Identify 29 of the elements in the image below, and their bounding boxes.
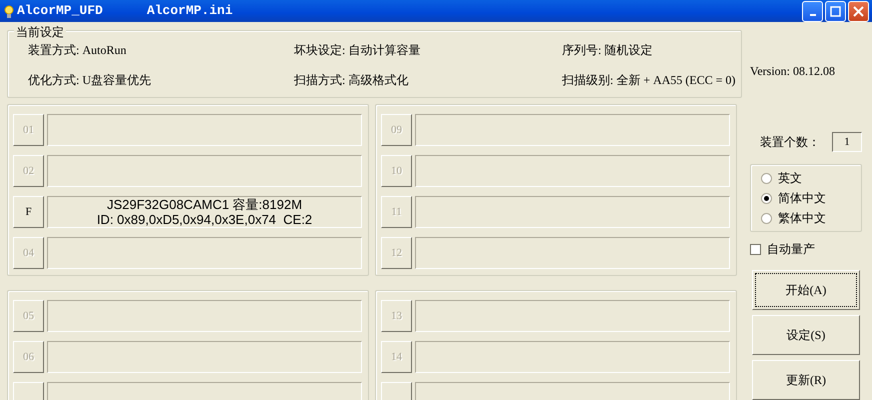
language-radio[interactable]: 简体中文: [761, 189, 861, 207]
action-button[interactable]: 更新(R): [752, 360, 860, 400]
setting-text: 装置方式: AutoRun: [28, 42, 126, 59]
action-button[interactable]: 设定(S): [752, 315, 860, 355]
setting-text: 扫描方式: 高级格式化: [294, 72, 408, 89]
maximize-button[interactable]: [825, 0, 846, 22]
device-count-label: 装置个数：: [760, 134, 820, 151]
action-button[interactable]: 开始(A): [752, 270, 860, 310]
auto-production-checkbox[interactable]: 自动量产: [750, 240, 872, 258]
language-radio[interactable]: 英文: [761, 169, 861, 187]
setting-text: 序列号: 随机设定: [562, 42, 652, 59]
port-button[interactable]: F: [13, 196, 44, 228]
lightbulb-icon: [4, 5, 14, 20]
file-name: AlcorMP.ini: [146, 2, 233, 20]
port-info-text: JS29F32G08CAMC1 容量:8192M: [106, 197, 302, 212]
close-button[interactable]: [848, 0, 869, 22]
version-text: Version: 08.12.08: [750, 63, 835, 80]
port-info-text: ID: 0x89,0xD5,0x94,0x3E,0x74 CE:2: [96, 212, 312, 227]
group-title: 当前设定: [14, 23, 66, 41]
maximize-icon: [829, 4, 842, 18]
minimize-icon: [810, 14, 816, 16]
setting-text: 优化方式: U盘容量优先: [28, 72, 151, 89]
close-icon: [852, 4, 865, 18]
window-title: AlcorMP_UFD: [17, 2, 103, 20]
setting-text: 扫描级别: 全新 + AA55 (ECC = 0): [562, 72, 736, 89]
setting-text: 坏块设定: 自动计算容量: [294, 42, 420, 59]
minimize-button[interactable]: [802, 0, 823, 22]
device-count-field: 1: [832, 132, 862, 152]
language-radio[interactable]: 繁体中文: [761, 209, 861, 227]
